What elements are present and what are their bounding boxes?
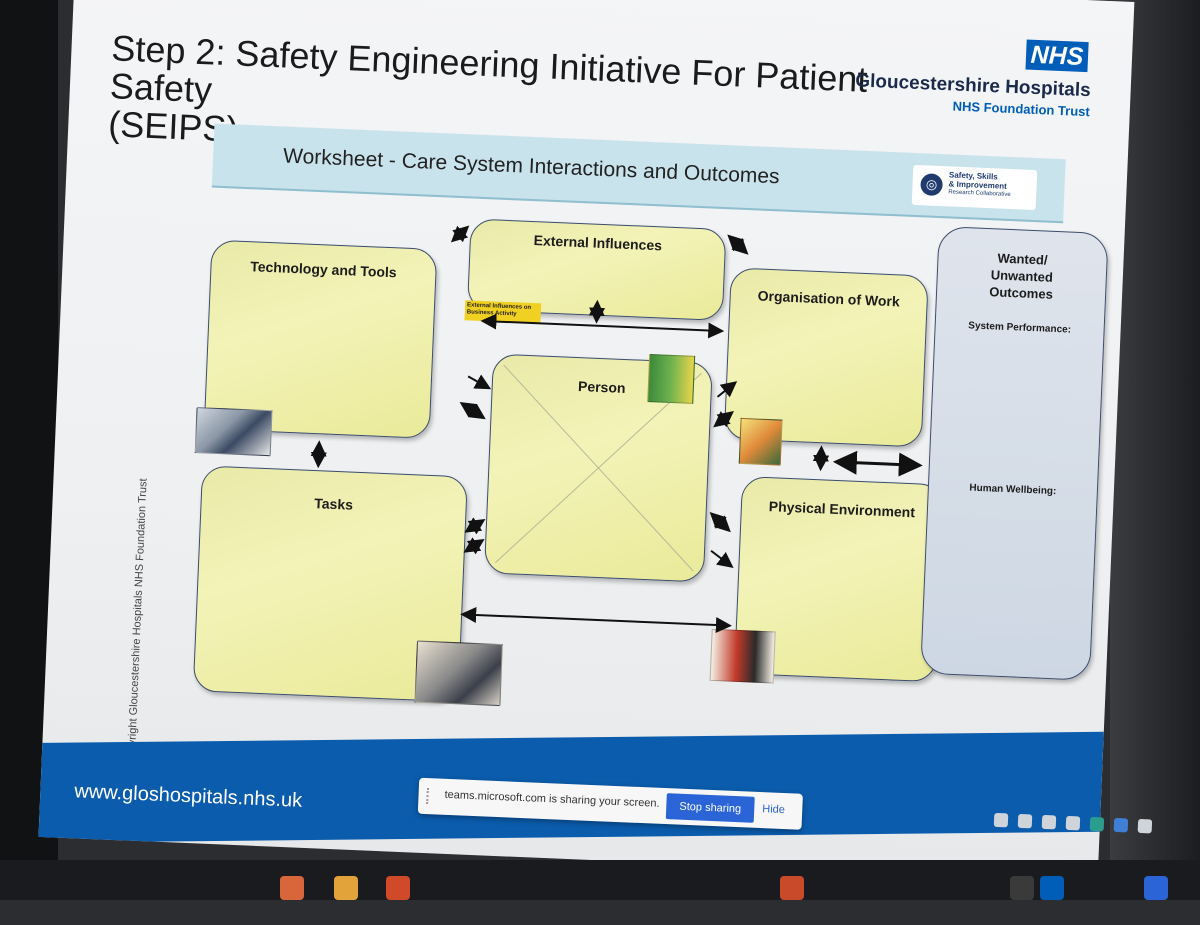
arrow-icon — [716, 381, 738, 398]
arrow-icon — [310, 440, 327, 469]
tray-icon[interactable] — [1137, 818, 1153, 834]
arrow-icon — [459, 402, 486, 420]
tray-icon[interactable] — [1113, 817, 1129, 833]
arrow-icon — [463, 537, 485, 555]
stop-sharing-button[interactable]: Stop sharing — [665, 793, 755, 823]
arrow-icon — [832, 450, 923, 477]
arrow-icon — [727, 234, 749, 255]
hide-button[interactable]: Hide — [762, 803, 785, 816]
arrow-icon — [464, 517, 486, 535]
arrow-icon — [467, 374, 492, 390]
app-icon[interactable] — [1040, 876, 1064, 900]
presentation-slide: Step 2: Safety Engineering Initiative Fo… — [38, 0, 1135, 882]
app-icon[interactable] — [780, 876, 804, 900]
drag-handle-icon[interactable] — [426, 788, 435, 805]
arrow-icon — [588, 299, 606, 324]
app-icon[interactable] — [280, 876, 304, 900]
arrow-icon — [450, 225, 470, 243]
tray-icon[interactable] — [1041, 814, 1057, 830]
arrow-icon — [460, 606, 732, 634]
arrow-icon — [709, 512, 731, 533]
app-icon[interactable] — [1144, 876, 1168, 900]
arrow-icon — [812, 445, 830, 472]
app-icon[interactable] — [386, 876, 410, 900]
share-message: teams.microsoft.com is sharing your scre… — [444, 788, 660, 810]
tray-icon[interactable] — [993, 812, 1009, 828]
tray-icon[interactable] — [1065, 815, 1081, 831]
arrow-icon — [710, 549, 734, 569]
tray-icon[interactable] — [1017, 813, 1033, 829]
tray-icon[interactable] — [1089, 816, 1105, 832]
arrow-icon — [713, 410, 734, 428]
app-icon[interactable] — [1010, 876, 1034, 900]
screen: Step 2: Safety Engineering Initiative Fo… — [0, 0, 1200, 925]
arrow-icon — [480, 313, 725, 339]
app-icon[interactable] — [334, 876, 358, 900]
